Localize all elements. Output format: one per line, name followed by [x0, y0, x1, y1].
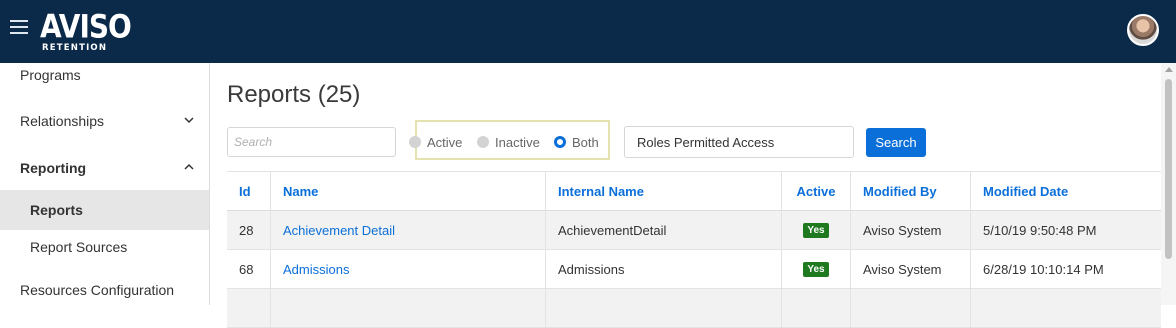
column-header-active[interactable]: Active	[781, 172, 850, 210]
radio-label: Active	[427, 134, 463, 150]
radio-button	[477, 136, 489, 148]
radio-label: Inactive	[495, 134, 540, 150]
table-row: 68 Admissions Admissions Yes Aviso Syste…	[227, 250, 1161, 289]
main-content: Reports (25) Active Inactive Both Roles …	[211, 63, 1161, 328]
cell-modified-date: 5/10/19 9:50:48 PM	[970, 211, 1161, 249]
sidebar-item-resources-configuration[interactable]: Resources Configuration	[0, 270, 209, 305]
report-name-link[interactable]: Admissions	[283, 262, 349, 277]
sidebar-item-label: Resources Configuration	[20, 282, 175, 298]
column-header-modified-by[interactable]: Modified By	[850, 172, 970, 210]
sidebar-item-reports[interactable]: Reports	[0, 190, 209, 230]
chevron-up-icon	[184, 163, 194, 170]
cell-modified-by	[850, 289, 970, 327]
column-header-modified-date[interactable]: Modified Date	[970, 172, 1161, 210]
sidebar-item-relationships[interactable]: Relationships	[0, 101, 209, 141]
column-header-id[interactable]: Id	[227, 172, 270, 210]
cell-id: 68	[239, 261, 254, 277]
sidebar: Programs Relationships Reporting Reports…	[0, 63, 210, 305]
roles-filter-input[interactable]: Roles Permitted Access	[624, 126, 854, 158]
table-header-row: Id Name Internal Name Active Modified By…	[227, 171, 1161, 211]
table-row	[227, 289, 1161, 328]
cell-id	[227, 289, 270, 327]
cell-active: Yes	[781, 250, 850, 288]
cell-active	[781, 289, 850, 327]
search-input[interactable]	[227, 127, 396, 157]
sidebar-item-label: Relationships	[20, 113, 105, 129]
cell-id: 28	[239, 222, 254, 238]
roles-filter-value: Roles Permitted Access	[637, 134, 775, 150]
sidebar-item-reporting[interactable]: Reporting	[0, 148, 209, 188]
aviso-logo[interactable]: AVISO RETENTION	[40, 9, 132, 54]
radio-button	[554, 136, 566, 148]
radio-label: Both	[572, 134, 599, 150]
user-avatar[interactable]	[1127, 14, 1159, 46]
top-bar: AVISO RETENTION	[0, 0, 1176, 63]
cell-name: Admissions	[270, 250, 545, 288]
cell-name: Achievement Detail	[270, 211, 545, 249]
column-header-name[interactable]: Name	[270, 172, 545, 210]
active-badge: Yes	[803, 222, 829, 238]
cell-modified-by: Aviso System	[850, 250, 970, 288]
active-badge: Yes	[803, 261, 829, 277]
cell-modified-date	[970, 289, 1161, 327]
page-title: Reports (25)	[227, 81, 361, 108]
cell-internal-name	[545, 289, 781, 327]
sidebar-item-report-sources[interactable]: Report Sources	[0, 227, 209, 267]
column-header-internal-name[interactable]: Internal Name	[545, 172, 781, 210]
sidebar-item-label: Reports	[30, 202, 83, 218]
cell-modified-date: 6/28/19 10:10:14 PM	[970, 250, 1161, 288]
radio-both[interactable]: Both	[554, 134, 599, 150]
scrollbar-thumb[interactable]	[1165, 79, 1172, 259]
scroll-up-arrow-icon[interactable]	[1165, 67, 1173, 72]
vertical-scrollbar[interactable]	[1161, 63, 1176, 305]
cell-modified-by: Aviso System	[850, 211, 970, 249]
search-button[interactable]: Search	[866, 128, 926, 157]
cell-name	[270, 289, 545, 327]
chevron-down-icon	[184, 117, 194, 124]
sidebar-item-programs[interactable]: Programs	[0, 63, 209, 95]
sidebar-item-label: Programs	[20, 67, 81, 83]
radio-inactive[interactable]: Inactive	[477, 134, 540, 150]
table-row: 28 Achievement Detail AchievementDetail …	[227, 211, 1161, 250]
hamburger-menu-icon[interactable]	[10, 20, 28, 34]
cell-internal-name: AchievementDetail	[545, 211, 781, 249]
radio-active[interactable]: Active	[409, 134, 462, 150]
cell-active: Yes	[781, 211, 850, 249]
cell-internal-name: Admissions	[545, 250, 781, 288]
sidebar-item-label: Reporting	[20, 160, 87, 176]
radio-button	[409, 136, 421, 148]
report-name-link[interactable]: Achievement Detail	[283, 223, 395, 238]
sidebar-item-label: Report Sources	[30, 239, 128, 255]
